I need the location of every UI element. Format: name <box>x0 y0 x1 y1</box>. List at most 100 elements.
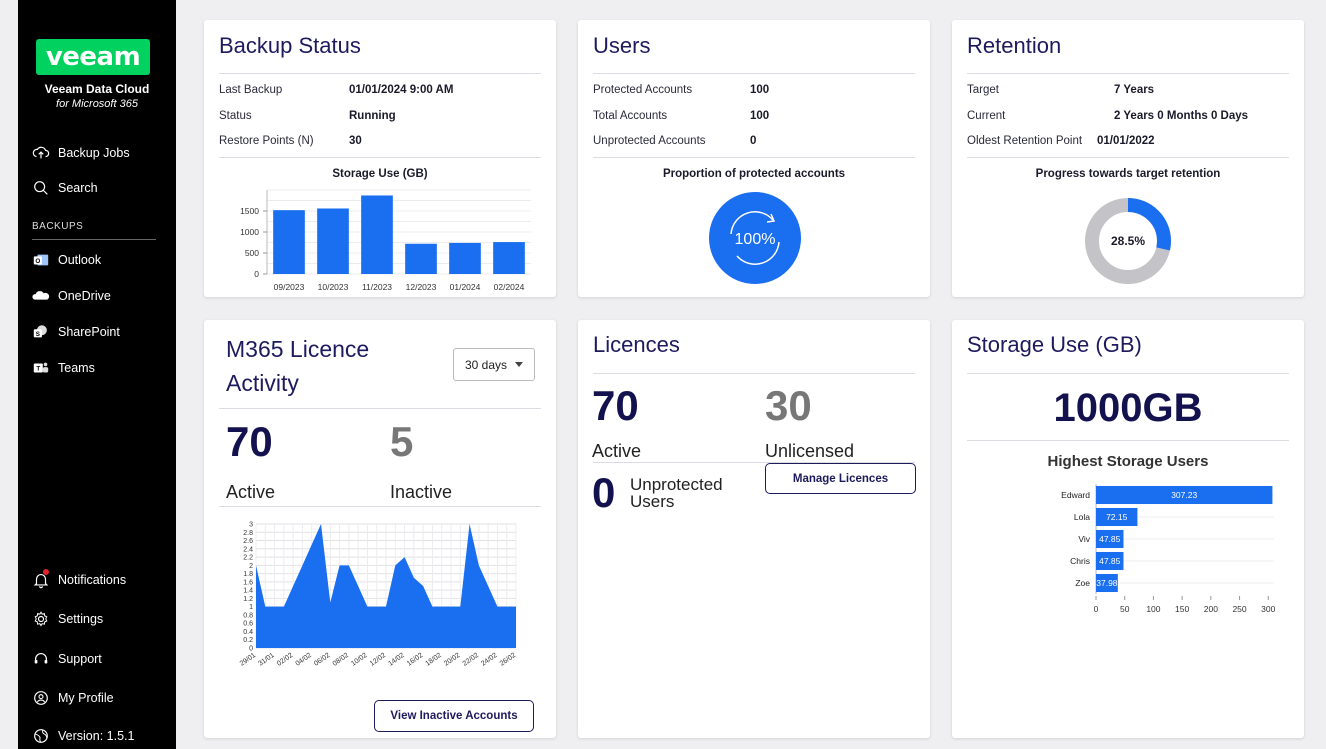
version-label: Version: 1.5.1 <box>58 729 135 743</box>
x-tick-label: 50 <box>1120 604 1130 614</box>
oldest-point-label: Oldest Retention Point <box>967 135 1083 147</box>
notification-dot <box>43 569 49 575</box>
licence-activity-title: M365 Licence Activity <box>226 332 369 400</box>
x-tick-label: 09/2023 <box>274 282 305 292</box>
logo-text: veeam <box>45 42 141 72</box>
nav-notifications[interactable]: Notifications <box>32 569 126 589</box>
highest-storage-title: Highest Storage Users <box>1047 453 1209 470</box>
headset-icon <box>34 653 48 664</box>
storage-title: Storage Use (GB) <box>967 332 1142 357</box>
manage-licences-button[interactable]: Manage Licences <box>765 463 916 494</box>
view-inactive-accounts-button[interactable]: View Inactive Accounts <box>374 700 534 732</box>
x-tick-label: 0 <box>1094 604 1099 614</box>
licences-active-label: Active <box>592 441 642 461</box>
unprotected-users-label: Unprotected Users <box>630 476 723 510</box>
nav-label: Backup Jobs <box>58 146 130 160</box>
protected-percent-label: 100% <box>735 231 776 248</box>
nav-label: Outlook <box>58 253 102 267</box>
divider <box>967 373 1289 374</box>
y-tick-label: 1.8 <box>243 571 253 578</box>
veeam-logo[interactable]: veeam <box>36 39 150 75</box>
divider <box>967 440 1289 441</box>
bell-icon <box>32 569 50 589</box>
nav-label: OneDrive <box>58 289 111 303</box>
range-dropdown[interactable]: 30 days <box>453 348 535 381</box>
sharepoint-icon: S <box>33 325 47 338</box>
storage-bar-chart: 0 500 1000 1500 09/2023 10/2023 11/2023 12/2023… <box>240 189 531 292</box>
users-title: Users <box>593 33 651 58</box>
y-tick-label: 1000 <box>240 227 259 237</box>
divider <box>593 373 915 374</box>
x-tick-label: 12/02 <box>369 652 387 668</box>
total-accounts-label: Total Accounts <box>593 110 668 122</box>
last-backup-label: Last Backup <box>219 84 283 96</box>
backups-section-label: BACKUPS <box>32 221 84 232</box>
protected-proportion-title: Proportion of protected accounts <box>662 168 846 180</box>
data-label: 307.23 <box>1171 490 1197 500</box>
x-tick-label: 22/02 <box>462 652 480 668</box>
nav-my-profile[interactable]: My Profile <box>32 689 114 707</box>
svg-text:T: T <box>36 366 40 373</box>
active-label: Active <box>226 482 276 502</box>
x-tick-label: 24/02 <box>480 652 498 668</box>
nav-support[interactable]: Support <box>32 650 102 668</box>
y-tick-label: 2.2 <box>243 555 253 562</box>
users-card: Users Protected Accounts 100 Total Accou… <box>578 20 930 297</box>
x-tick-label: 250 <box>1232 604 1246 614</box>
x-tick-label: 10/2023 <box>318 282 349 292</box>
divider <box>593 73 915 74</box>
x-tick-label: 12/2023 <box>406 282 437 292</box>
x-tick-label: 20/02 <box>443 652 461 668</box>
nav-sharepoint[interactable]: S SharePoint <box>32 323 120 341</box>
x-tick-label: 11/2023 <box>362 282 392 292</box>
divider <box>219 73 541 74</box>
category-label: Lola <box>1074 512 1090 522</box>
x-tick-label: 29/01 <box>239 652 257 668</box>
nav-backup-jobs[interactable]: Backup Jobs <box>32 144 130 162</box>
bar <box>361 195 393 274</box>
current-label: Current <box>967 110 1006 122</box>
restore-points-value: 30 <box>349 135 362 147</box>
bar <box>405 243 437 274</box>
gear-icon <box>34 611 48 627</box>
unprotected-users-count: 0 <box>592 469 616 516</box>
search-icon <box>34 181 48 195</box>
storage-card: Storage Use (GB) 1000GB Highest Storage … <box>952 320 1304 738</box>
status-value: Running <box>349 110 396 122</box>
divider <box>219 157 541 158</box>
protected-accounts-label: Protected Accounts <box>593 84 693 96</box>
nav-search[interactable]: Search <box>32 179 98 197</box>
x-tick-label: 16/02 <box>406 652 424 668</box>
brand-title: Veeam Data Cloud <box>44 82 150 96</box>
x-tick-label: 01/2024 <box>450 282 481 292</box>
backup-status-title: Backup Status <box>219 33 361 58</box>
user-icon <box>34 691 48 705</box>
status-label: Status <box>219 110 252 122</box>
y-tick-label: 0.4 <box>243 629 253 636</box>
y-tick-label: 2.8 <box>243 530 253 537</box>
licences-title: Licences <box>593 332 680 357</box>
backup-status-card: Backup Status Last Backup 01/01/2024 9:0… <box>204 20 556 297</box>
x-tick-label: 02/2024 <box>494 282 525 292</box>
retention-percent-label: 28.5% <box>1111 234 1145 248</box>
retention-progress-title: Progress towards target retention <box>1035 168 1221 180</box>
category-label: Viv <box>1078 534 1090 544</box>
caret-down-icon <box>515 362 524 367</box>
outlook-icon: O <box>33 254 49 266</box>
storage-chart-title: Storage Use (GB) <box>332 168 428 180</box>
divider <box>32 239 156 240</box>
y-tick-label: 1 <box>249 604 253 611</box>
nav-teams[interactable]: T Teams <box>32 359 95 377</box>
protected-accounts-donut: 100% <box>709 192 801 284</box>
nav-outlook[interactable]: O Outlook <box>32 251 101 269</box>
x-tick-label: 10/02 <box>350 652 368 668</box>
nav-settings[interactable]: Settings <box>32 610 103 628</box>
svg-text:O: O <box>35 258 40 265</box>
nav-onedrive[interactable]: OneDrive <box>32 287 111 305</box>
y-tick-label: 0.8 <box>243 612 253 619</box>
total-accounts-value: 100 <box>750 110 770 122</box>
nav-label: Teams <box>58 361 95 375</box>
bar <box>273 210 305 274</box>
x-tick-label: 02/02 <box>276 652 294 668</box>
retention-card: Retention Target 7 Years Current 2 Years… <box>952 20 1304 297</box>
